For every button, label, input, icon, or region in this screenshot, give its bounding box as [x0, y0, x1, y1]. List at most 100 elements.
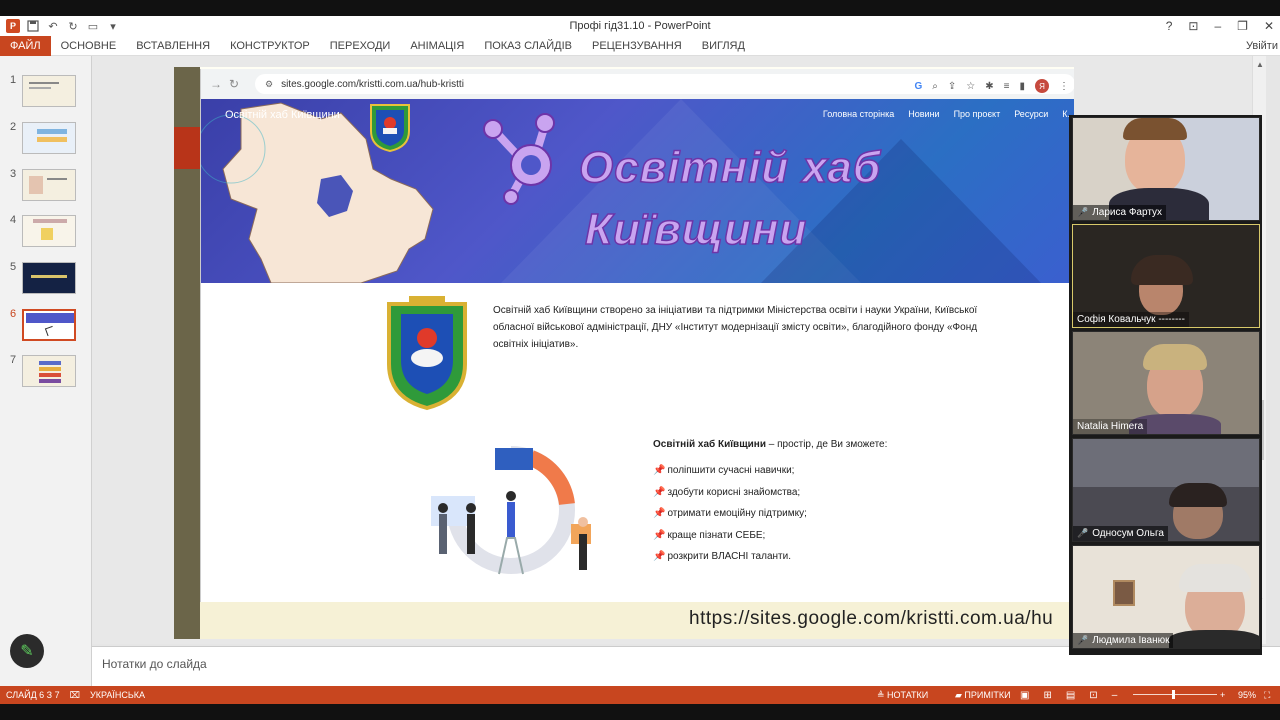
scroll-up-icon[interactable]: ▲	[1256, 60, 1264, 69]
tab-review[interactable]: РЕЦЕНЗУВАННЯ	[582, 36, 692, 56]
thumbnail-image	[22, 122, 76, 154]
notes-toggle-button[interactable]: ≜ НОТАТКИ	[877, 690, 928, 701]
participant-tile[interactable]: 🎤 Людмила Іванюк	[1072, 545, 1260, 649]
list-item: 📌 отримати емоційну підтримку;	[653, 503, 807, 525]
wall-picture	[1113, 580, 1135, 606]
browser-toolbar: → ↻ ⚙ sites.google.com/kristti.com.ua/hu…	[201, 69, 1074, 99]
slideshow-view-icon[interactable]: ⊡	[1089, 690, 1097, 701]
close-icon[interactable]: ✕	[1264, 19, 1274, 33]
zoom-slider-track[interactable]	[1133, 694, 1217, 695]
spellcheck-icon[interactable]: ⌧	[70, 690, 80, 701]
menu-dots-icon: ⋮	[1059, 80, 1069, 92]
browser-icons: G ⌕ ⇪ ☆ ✱ ≡ ▮ Я ⋮	[915, 79, 1075, 93]
language-indicator[interactable]: УКРАЇНСЬКА	[90, 690, 145, 700]
participant-tile[interactable]: 🎤 Лариса Фартух	[1072, 117, 1260, 221]
participant-tile[interactable]: 🎤 Односум Ольга	[1072, 438, 1260, 542]
present-icon[interactable]: ▭	[86, 19, 100, 33]
mouse-cursor-icon	[44, 325, 56, 337]
zoom-level[interactable]: 95%	[1238, 690, 1256, 700]
save-icon[interactable]	[26, 19, 40, 33]
thumbnail-image	[22, 262, 76, 294]
ribbon-tabs: ФАЙЛ ОСНОВНЕ ВСТАВЛЕННЯ КОНСТРУКТОР ПЕРЕ…	[0, 35, 1280, 56]
notes-placeholder: Нотатки до слайда	[102, 657, 207, 671]
title-bar: P ↶ ↻ ▭ ▾ Профі гід31.10 - PowerPoint ? …	[0, 16, 1280, 36]
slide-thumbnail-3[interactable]: 3	[0, 168, 92, 204]
help-icon[interactable]: ?	[1166, 19, 1173, 33]
comment-icon: ▰	[955, 689, 965, 700]
muted-mic-icon: 🎤	[1077, 635, 1089, 645]
kyiv-oblast-emblem-image	[387, 296, 467, 411]
view-buttons: ▣ ⊞ ▤ ⊡ –	[1020, 690, 1117, 701]
site-nav-item: Про проєкт	[953, 109, 1001, 119]
slide-thumbnail-7[interactable]: 7	[0, 354, 92, 390]
pushpin-icon: 📌	[653, 551, 666, 563]
tab-insert[interactable]: ВСТАВЛЕННЯ	[126, 36, 220, 56]
zoom-out-icon[interactable]: –	[1112, 690, 1118, 701]
tab-transitions[interactable]: ПЕРЕХОДИ	[320, 36, 401, 56]
slide-thumbnail-1[interactable]: 1	[0, 74, 92, 110]
thumbnail-number: 7	[10, 354, 17, 366]
site-nav-item: Новини	[908, 109, 940, 119]
slide-thumbnail-5[interactable]: 5	[0, 261, 92, 297]
thumbnail-image	[22, 215, 76, 247]
tab-design[interactable]: КОНСТРУКТОР	[220, 36, 320, 56]
participant-tile[interactable]: Софія Ковальчук --------	[1072, 224, 1260, 328]
thumbnail-number: 5	[10, 261, 17, 273]
participant-hair	[1179, 564, 1251, 592]
sidepanel-icon: ▮	[1019, 80, 1025, 92]
site-info-icon: ⚙	[265, 78, 274, 89]
window-title: Профі гід31.10 - PowerPoint	[569, 20, 711, 32]
redo-icon[interactable]: ↻	[66, 19, 80, 33]
ribbon-display-icon[interactable]: ⊡	[1188, 19, 1198, 33]
pen-tool-button[interactable]: ✎	[10, 634, 44, 668]
list-item: 📌 здобути корисні знайомства;	[653, 482, 807, 504]
tab-view[interactable]: ВИГЛЯД	[692, 36, 755, 56]
google-icon: G	[914, 80, 923, 92]
tab-slideshow[interactable]: ПОКАЗ СЛАЙДІВ	[474, 36, 582, 56]
slide-thumbnail-6[interactable]: 6	[0, 308, 92, 344]
slide-thumbnail-2[interactable]: 2	[0, 121, 92, 157]
restore-icon[interactable]: ❐	[1237, 19, 1248, 33]
reading-view-icon[interactable]: ▤	[1066, 690, 1075, 701]
list-item: 📌 краще пізнати СЕБЕ;	[653, 525, 807, 547]
tab-home[interactable]: ОСНОВНЕ	[51, 36, 127, 56]
zoom-slider-handle[interactable]	[1172, 690, 1175, 699]
list-item: 📌 розкрити ВЛАСНІ таланти.	[653, 546, 807, 568]
fit-slide-icon[interactable]: ⛶	[1264, 690, 1270, 701]
undo-icon[interactable]: ↶	[46, 19, 60, 33]
video-background	[1073, 439, 1259, 487]
minimize-icon[interactable]: –	[1214, 19, 1221, 33]
customize-icon[interactable]: ▾	[106, 19, 120, 33]
hero-heading-line-1: Освітній хаб	[578, 142, 882, 193]
zoom-icon: ⌕	[932, 80, 938, 92]
zoom-in-icon[interactable]: +	[1220, 690, 1225, 700]
top-black-bar	[0, 0, 1280, 16]
participant-name: 🎤 Людмила Іванюк	[1073, 633, 1174, 648]
thumbnail-number: 1	[10, 74, 17, 86]
participant-name-text: Людмила Іванюк	[1092, 635, 1170, 646]
sign-in-link[interactable]: Увійти	[1246, 40, 1278, 52]
current-slide[interactable]: https://sites.google.com/kristti.com.ua/…	[174, 67, 1074, 639]
reading-list-icon: ≡	[1003, 80, 1010, 92]
pushpin-icon: 📌	[653, 529, 666, 541]
normal-view-icon[interactable]: ▣	[1020, 690, 1029, 701]
notes-toggle-label: НОТАТКИ	[887, 689, 929, 700]
slide-thumbnail-4[interactable]: 4	[0, 214, 92, 250]
features-heading-bold: Освітній хаб Київщини	[653, 439, 766, 450]
feature-text: отримати емоційну підтримку;	[667, 508, 807, 520]
site-nav-item: Головна сторінка	[822, 109, 895, 119]
participant-tile[interactable]: Natalia Himera	[1072, 331, 1260, 435]
quick-access-toolbar: P ↶ ↻ ▭ ▾	[0, 19, 120, 33]
features-heading-rest: – простір, де Ви зможете:	[765, 439, 888, 450]
participant-name-text: Софія Ковальчук --------	[1077, 314, 1185, 325]
slide-decor-tab	[174, 127, 200, 169]
list-item: 📌 поліпшити сучасні навички;	[653, 460, 807, 482]
tab-file[interactable]: ФАЙЛ	[0, 35, 51, 56]
address-bar: ⚙ sites.google.com/kristti.com.ua/hub-kr…	[255, 74, 1074, 94]
slide-sorter-icon[interactable]: ⊞	[1043, 690, 1051, 701]
tab-animations[interactable]: АНІМАЦІЯ	[400, 36, 474, 56]
powerpoint-logo-icon: P	[6, 19, 20, 33]
comments-toggle-button[interactable]: ▰ ПРИМІТКИ	[955, 690, 1011, 701]
feature-text: краще пізнати СЕБЕ;	[667, 529, 766, 541]
address-text: sites.google.com/kristti.com.ua/hub-kris…	[281, 78, 464, 90]
